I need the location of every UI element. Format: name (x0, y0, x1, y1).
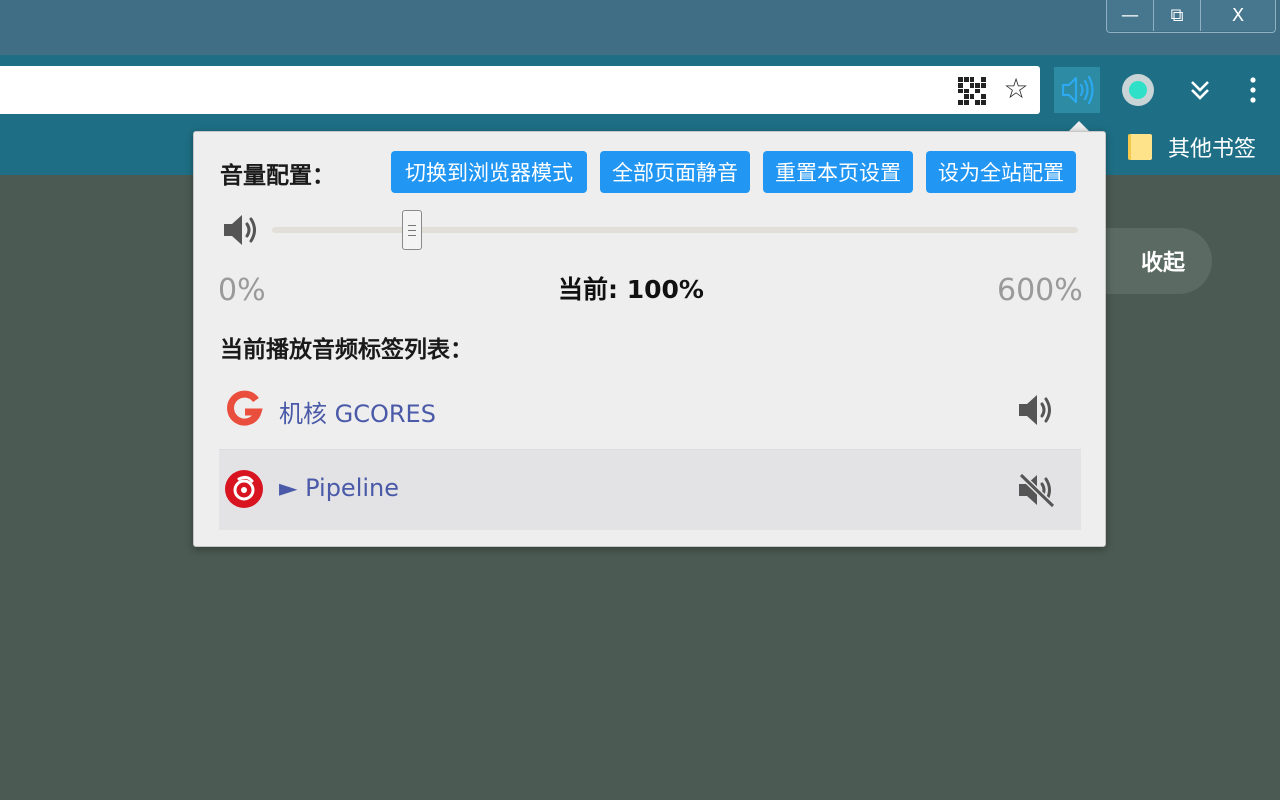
mute-all-button[interactable]: 全部页面静音 (600, 151, 750, 193)
window-controls: — ⧉ X (1106, 0, 1276, 33)
slider-min-label: 0% (218, 273, 266, 308)
slider-max-label: 600% (997, 273, 1083, 308)
muted-speaker-icon[interactable] (1017, 472, 1059, 508)
volume-config-title: 音量配置： (220, 163, 335, 189)
volume-extension-button[interactable] (1054, 67, 1100, 113)
qr-code-icon[interactable] (958, 77, 986, 105)
tab-title[interactable]: 机核 GCORES (279, 394, 436, 429)
browser-toolbar: ☆ (0, 55, 1280, 119)
volume-slider-track[interactable] (272, 227, 1078, 233)
other-bookmarks-folder[interactable]: 其他书签 (1128, 133, 1257, 162)
folder-icon (1128, 134, 1152, 160)
bookmark-star-icon[interactable]: ☆ (1000, 73, 1032, 105)
netease-music-logo-icon (225, 470, 263, 508)
volume-waves-icon (1061, 75, 1094, 105)
audio-tab-row[interactable]: ► Pipeline (219, 450, 1081, 530)
audio-tab-row[interactable]: 机核 GCORES (219, 370, 1081, 450)
window-titlebar: — ⧉ X (0, 0, 1280, 55)
tab-speaker-icon[interactable] (1017, 392, 1059, 428)
minimize-button[interactable]: — (1107, 0, 1153, 31)
current-volume-label: 当前: 100% (558, 275, 704, 304)
gcores-logo-icon (227, 390, 263, 426)
audio-tabs-title: 当前播放音频标签列表： (220, 337, 473, 363)
double-chevron-down-icon[interactable] (1186, 75, 1214, 105)
volume-speaker-icon[interactable] (222, 212, 264, 248)
set-site-config-button[interactable]: 设为全站配置 (926, 151, 1076, 193)
extension-circle-icon[interactable] (1122, 74, 1154, 106)
collapse-button[interactable]: 收起 (1088, 228, 1212, 294)
volume-slider-thumb[interactable] (402, 210, 422, 250)
more-menu-icon[interactable] (1240, 75, 1266, 105)
address-bar[interactable]: ☆ (0, 66, 1040, 114)
other-bookmarks-label: 其他书签 (1168, 137, 1257, 162)
tab-title[interactable]: ► Pipeline (279, 474, 399, 502)
volume-popup: 音量配置： 切换到浏览器模式 全部页面静音 重置本页设置 设为全站配置 0% 当… (193, 131, 1106, 547)
restore-button[interactable]: ⧉ (1153, 0, 1200, 31)
reset-page-button[interactable]: 重置本页设置 (763, 151, 913, 193)
close-button[interactable]: X (1200, 0, 1275, 31)
browser-mode-button[interactable]: 切换到浏览器模式 (391, 151, 587, 193)
